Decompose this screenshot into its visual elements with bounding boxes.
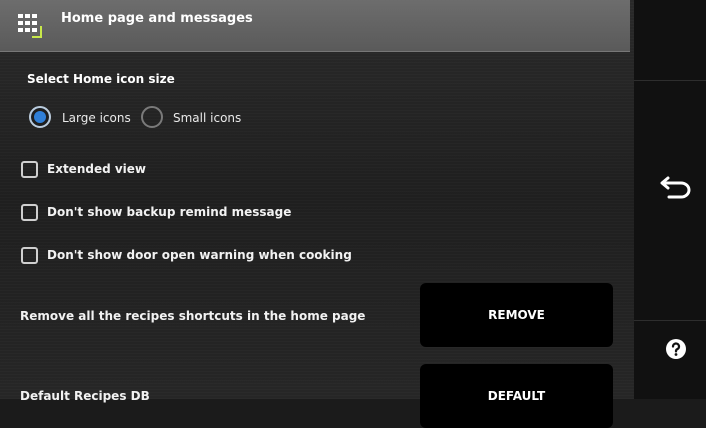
back-arrow-icon[interactable] (659, 172, 693, 200)
extended-view-checkbox[interactable] (21, 161, 38, 178)
large-icons-label[interactable]: Large icons (62, 111, 131, 125)
large-icons-radio[interactable] (29, 106, 51, 128)
grid-icon (18, 14, 42, 38)
header-bar: Home page and messages (0, 0, 630, 52)
small-icons-radio[interactable] (141, 106, 163, 128)
remove-shortcuts-label: Remove all the recipes shortcuts in the … (20, 309, 366, 323)
sidebar-divider (634, 320, 706, 321)
extended-view-label[interactable]: Extended view (47, 162, 146, 176)
help-icon[interactable] (665, 338, 687, 360)
side-nav (634, 0, 706, 399)
backup-remind-checkbox[interactable] (21, 204, 38, 221)
icon-size-label: Select Home icon size (27, 72, 175, 86)
door-warning-label[interactable]: Don't show door open warning when cookin… (47, 248, 352, 262)
small-icons-label[interactable]: Small icons (173, 111, 241, 125)
backup-remind-label[interactable]: Don't show backup remind message (47, 205, 291, 219)
page-title: Home page and messages (61, 11, 253, 26)
default-db-label: Default Recipes DB (20, 389, 150, 403)
remove-button[interactable]: REMOVE (420, 283, 613, 347)
door-warning-checkbox[interactable] (21, 247, 38, 264)
default-button[interactable]: DEFAULT (420, 364, 613, 428)
sidebar-divider (634, 80, 706, 81)
settings-panel: Home page and messages Select Home icon … (0, 0, 634, 428)
